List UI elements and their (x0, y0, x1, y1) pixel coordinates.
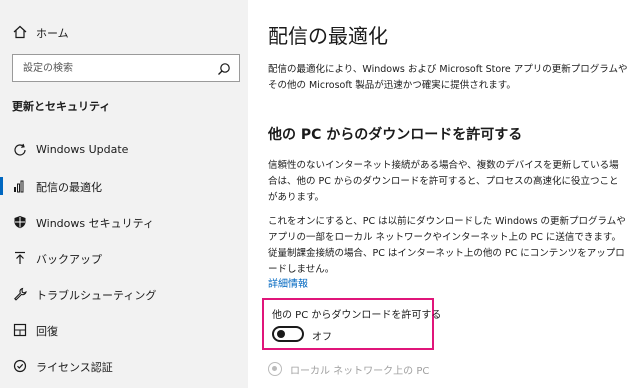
sidebar-item-windows-update[interactable]: Windows Update (0, 132, 248, 168)
wrench-icon (12, 286, 28, 302)
learn-more-link[interactable]: 詳細情報 (268, 275, 308, 290)
sidebar-item-label: Windows セキュリティ (36, 217, 154, 230)
sidebar-item-troubleshoot[interactable]: トラブルシューティング (0, 276, 248, 312)
sidebar-item-label: Windows Update (36, 143, 129, 156)
backup-icon (12, 250, 28, 266)
section-subheading: 他の PC からのダウンロードを許可する (268, 127, 523, 143)
sync-icon (12, 142, 28, 158)
description-text-detail: これをオンにすると、PC は以前にダウンロードした Windows の更新プログ… (268, 216, 626, 275)
section-title: 更新とセキュリティ (12, 100, 111, 113)
sidebar-item-label: ライセンス認証 (36, 361, 113, 374)
activation-icon (12, 358, 28, 374)
local-network-radio[interactable] (268, 362, 282, 376)
sidebar: ホーム 更新とセキュリティ Windows Update 配信の最適化 Wind… (0, 0, 248, 388)
sidebar-item-label: 配信の最適化 (36, 181, 102, 194)
shield-icon (12, 214, 28, 230)
sidebar-item-label: トラブルシューティング (36, 289, 157, 302)
toggle-state-text: オフ (312, 332, 332, 343)
recovery-icon (12, 322, 28, 338)
delivery-optimization-icon (12, 178, 28, 194)
home-icon (12, 24, 28, 40)
main-content: 配信の最適化 配信の最適化により、Windows および Microsoft S… (248, 0, 640, 388)
radio-label: ローカル ネットワーク上の PC (290, 366, 430, 377)
sidebar-item-windows-security[interactable]: Windows セキュリティ (0, 204, 248, 240)
sidebar-item-label: 回復 (36, 325, 58, 338)
page-title: 配信の最適化 (268, 24, 388, 48)
sidebar-item-label: バックアップ (36, 253, 102, 266)
intro-text: 配信の最適化により、Windows および Microsoft Store アプ… (268, 64, 628, 91)
sidebar-item-activation[interactable]: ライセンス認証 (0, 348, 248, 384)
description-text: 信頼性のないインターネット接続がある場合や、複数のデバイスを更新している場合は、… (268, 160, 619, 203)
sidebar-item-backup[interactable]: バックアップ (0, 240, 248, 276)
sidebar-item-label: ホーム (36, 27, 69, 40)
sidebar-item-home[interactable]: ホーム (0, 14, 248, 50)
radio-dot (272, 366, 277, 371)
sidebar-item-delivery-optimization[interactable]: 配信の最適化 (0, 168, 248, 204)
toggle-label: 他の PC からダウンロードを許可する (272, 310, 442, 321)
sidebar-item-recovery[interactable]: 回復 (0, 312, 248, 348)
allow-downloads-toggle[interactable] (272, 326, 304, 342)
search-input[interactable] (23, 60, 203, 76)
search-icon[interactable] (217, 61, 231, 75)
toggle-knob (277, 330, 285, 338)
search-field[interactable] (12, 54, 240, 82)
